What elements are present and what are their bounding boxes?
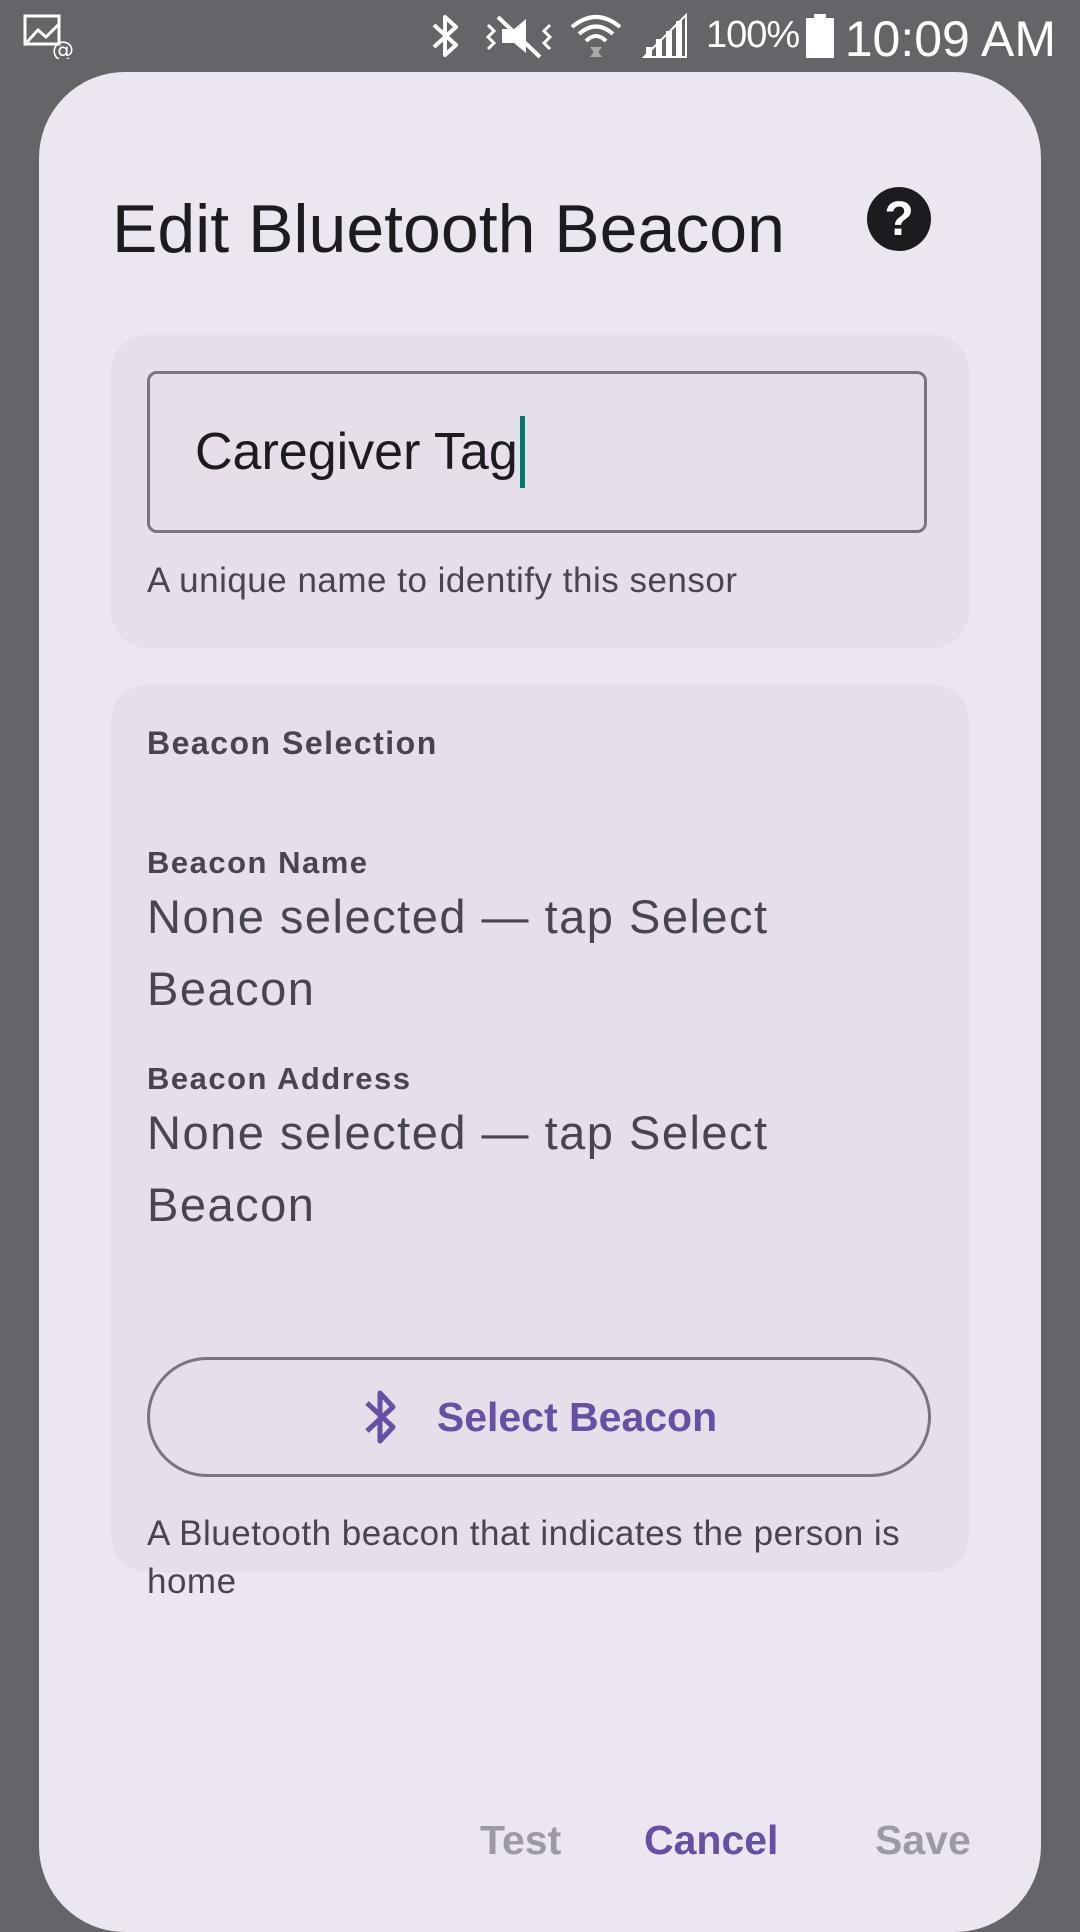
status-bar: @ 100% 10:09 AM xyxy=(0,0,1080,72)
name-card: Caregiver Tag A unique name to identify … xyxy=(111,335,969,648)
beacon-address-value: None selected — tap Select Beacon xyxy=(147,1106,769,1231)
beacon-name-label: Beacon Name xyxy=(147,845,369,880)
sensor-name-value: Caregiver Tag xyxy=(195,423,518,481)
beacon-helper: A Bluetooth beacon that indicates the pe… xyxy=(147,1514,901,1601)
svg-text:@: @ xyxy=(52,38,74,59)
bluetooth-icon xyxy=(361,1385,401,1449)
cancel-button[interactable]: Cancel xyxy=(644,1817,778,1864)
select-beacon-label: Select Beacon xyxy=(436,1393,718,1440)
edit-beacon-dialog: Edit Bluetooth Beacon ? Caregiver Tag A … xyxy=(39,72,1041,1932)
beacon-address-label: Beacon Address xyxy=(147,1061,412,1096)
test-button[interactable]: Test xyxy=(480,1817,561,1864)
dialog-header: Edit Bluetooth Beacon xyxy=(112,174,968,284)
sensor-name-helper: A unique name to identify this sensor xyxy=(147,561,738,600)
bluetooth-icon xyxy=(428,10,464,62)
select-beacon-button[interactable]: Select Beacon xyxy=(147,1357,931,1477)
beacon-name-value: None selected — tap Select Beacon xyxy=(147,890,769,1015)
dialog-title: Edit Bluetooth Beacon xyxy=(112,191,785,267)
beacon-selection-card: Beacon Selection Beacon Name None select… xyxy=(111,685,969,1601)
image-notification-icon: @ xyxy=(22,10,74,62)
vibrate-mute-icon xyxy=(484,10,554,62)
text-caret xyxy=(519,416,525,488)
signal-icon xyxy=(640,10,690,62)
battery-icon xyxy=(804,10,836,62)
wifi-icon xyxy=(570,10,622,62)
section-title: Beacon Selection xyxy=(147,725,438,761)
battery-percentage: 100% xyxy=(706,14,800,56)
help-circle-icon[interactable]: ? xyxy=(867,187,931,251)
sensor-name-input[interactable]: Caregiver Tag xyxy=(147,371,927,533)
clock: 10:09 AM xyxy=(844,11,1056,67)
save-button[interactable]: Save xyxy=(875,1817,971,1864)
